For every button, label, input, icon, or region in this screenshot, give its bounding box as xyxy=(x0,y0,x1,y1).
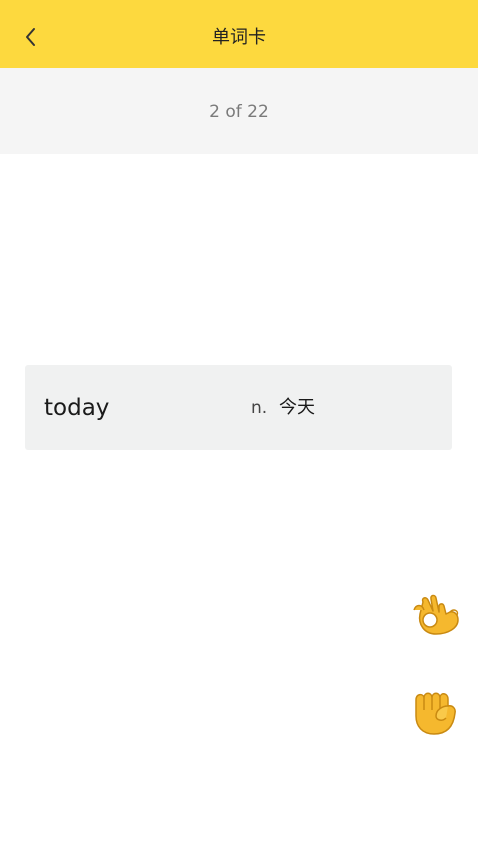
know-button[interactable] xyxy=(406,584,462,640)
progress-section: 2 of 22 xyxy=(0,68,478,154)
page-title: 单词卡 xyxy=(212,27,266,48)
part-of-speech: n. xyxy=(251,398,268,418)
word-meaning: 今天 xyxy=(279,397,315,418)
raised-fist-icon xyxy=(415,692,456,735)
progress-indicator: 2 of 22 xyxy=(209,102,269,122)
forget-button[interactable] xyxy=(406,682,462,738)
header-bar: 单词卡 xyxy=(0,0,478,68)
ok-hand-icon xyxy=(413,594,459,635)
word-text: today xyxy=(44,395,110,421)
word-card[interactable]: today n. 今天 xyxy=(25,365,452,450)
